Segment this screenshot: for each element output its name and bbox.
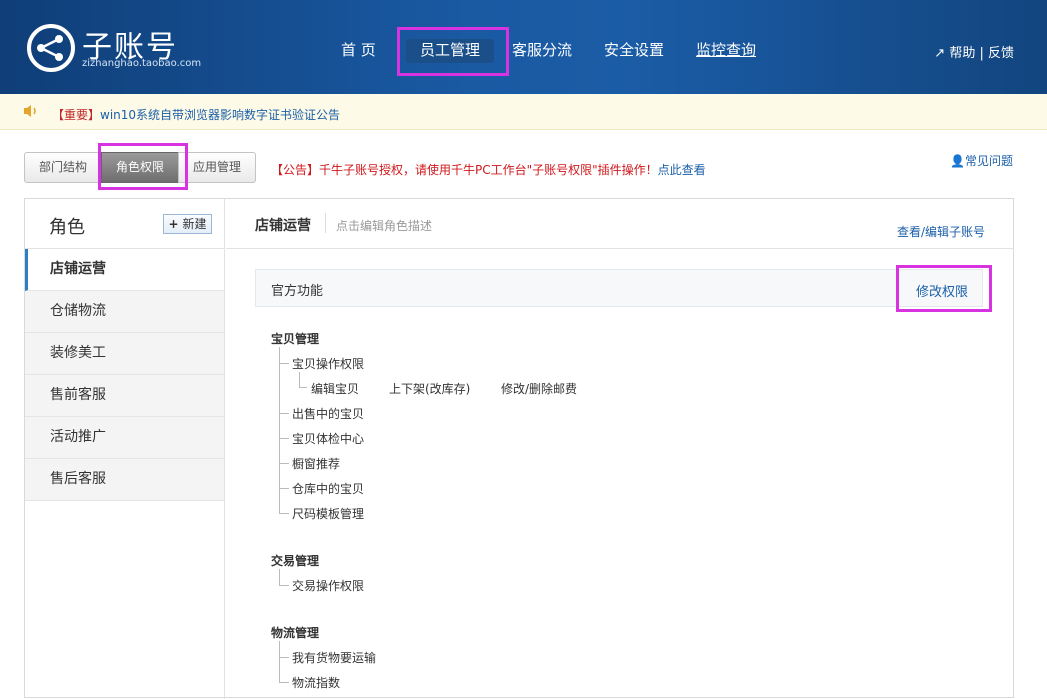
divider: | [979,46,988,61]
highlight-box-edit [896,265,992,312]
divider [325,213,326,233]
tree-line [279,488,289,489]
role-item-promotion[interactable]: 活动推广 [25,417,224,459]
role-name: 店铺运营 [255,218,311,234]
view-edit-subaccount-link[interactable]: 查看/编辑子账号 [897,223,985,240]
help-feedback: ↗ 帮助 | 反馈 [934,42,1014,61]
top-header: 子账号 zizhanghao.taobao.com 首 页 员工管理 客服分流 … [0,0,1047,94]
highlight-box-nav [397,27,509,76]
tree-line [299,372,300,387]
tree-line [279,363,289,364]
section-bar: 官方功能 修改权限 [255,269,983,307]
tree-line [279,657,289,658]
nav-home[interactable]: 首 页 [341,39,376,63]
role-item-aftersales[interactable]: 售后客服 [25,459,224,501]
tree-item: 出售中的宝贝 [292,407,365,421]
sidebar-header: 角色 + 新建 [25,199,224,249]
logo-subtitle: zizhanghao.taobao.com [82,58,202,69]
announcement-link[interactable]: 点此查看 [658,163,706,177]
role-description[interactable]: 点击编辑角色描述 [336,217,432,234]
new-role-label: 新建 [182,217,207,231]
tree-subitem: 修改/删除邮费 [501,382,578,396]
tree-item: 仓库中的宝贝 [292,482,365,496]
logo-icon [27,24,75,72]
user-help-icon: 👤 [950,154,965,168]
role-item-store-operations[interactable]: 店铺运营 [25,249,224,291]
help-link[interactable]: 帮助 [949,46,975,61]
announcement-text: 【公告】千牛子账号授权，请使用千牛PC工作台"子账号权限"插件操作！ [271,163,658,177]
faq-label[interactable]: 常见问题 [965,154,1013,168]
tree-item: 我有货物要运输 [292,651,377,665]
tree-line [279,569,280,585]
tree-item: 宝贝体检中心 [292,432,365,446]
notice-text[interactable]: 【重要】win10系统自带浏览器影响数字证书验证公告 [52,106,340,123]
role-item-presales[interactable]: 售前客服 [25,375,224,417]
tree-group-trade-mgmt: 交易管理 [271,554,320,568]
tab-app-management[interactable]: 应用管理 [178,152,257,183]
role-item-design[interactable]: 装修美工 [25,333,224,375]
announcement: 【公告】千牛子账号授权，请使用千牛PC工作台"子账号权限"插件操作！点此查看 [271,161,706,178]
section-title: 官方功能 [271,284,324,299]
tree-line [279,438,289,439]
nav-customer-routing[interactable]: 客服分流 [512,39,572,63]
speaker-icon [24,105,36,117]
notice-message[interactable]: win10系统自带浏览器影响数字证书验证公告 [100,108,340,122]
tree-line [279,413,289,414]
role-sidebar: 角色 + 新建 店铺运营 仓储物流 装修美工 售前客服 活动推广 售后客服 [25,199,225,699]
tree-line [279,463,289,464]
tree-line [279,641,280,682]
tree-item: 宝贝操作权限 [292,357,365,371]
role-item-warehouse-logistics[interactable]: 仓储物流 [25,291,224,333]
tab-department[interactable]: 部门结构 [24,152,103,183]
external-link-icon: ↗ [934,46,946,61]
tree-line [299,387,307,388]
tree-group-logistics-mgmt: 物流管理 [271,626,320,640]
nav-monitor-query[interactable]: 监控查询 [696,39,756,63]
tree-line [279,585,289,586]
feedback-link[interactable]: 反馈 [988,46,1014,61]
tree-group-item-mgmt: 宝贝管理 [271,332,320,346]
notice-tag: 【重要】 [52,108,101,122]
faq-link[interactable]: 👤常见问题 [950,152,1013,169]
notice-bar: 【重要】win10系统自带浏览器影响数字证书验证公告 [0,94,1047,130]
role-header: 店铺运营 点击编辑角色描述 查看/编辑子账号 [226,199,1014,249]
sidebar-title: 角色 [49,217,85,238]
tree-item: 尺码模板管理 [292,507,365,521]
tree-line [279,682,289,683]
new-role-button[interactable]: + 新建 [163,214,212,234]
tree-item: 交易操作权限 [292,579,365,593]
tree-item: 橱窗推荐 [292,457,341,471]
nav-security-settings[interactable]: 安全设置 [604,39,664,63]
highlight-box-tab [98,143,188,190]
tree-item: 物流指数 [292,676,341,690]
tree-subitem: 上下架(改库存) [389,382,471,396]
tree-line [279,513,289,514]
plus-icon: + [168,217,179,231]
tree-subitem: 编辑宝贝 [311,382,360,396]
